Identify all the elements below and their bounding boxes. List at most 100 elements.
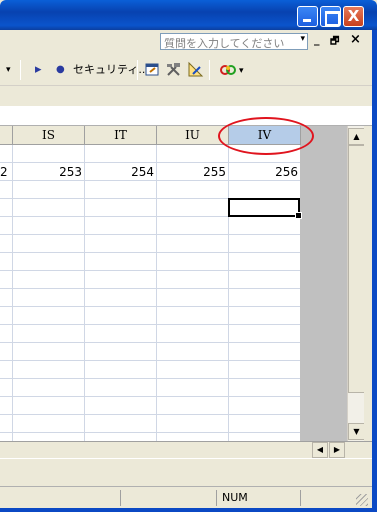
cell[interactable] (157, 253, 229, 271)
cell[interactable] (229, 415, 300, 433)
cell[interactable] (0, 343, 13, 361)
cell[interactable] (157, 145, 229, 163)
cell[interactable] (157, 343, 229, 361)
cell[interactable] (0, 379, 13, 397)
script-editor-icon[interactable] (219, 61, 237, 78)
cell[interactable] (13, 199, 85, 217)
cell[interactable] (229, 271, 300, 289)
cell[interactable] (157, 397, 229, 415)
cell[interactable] (85, 325, 157, 343)
design-mode-icon[interactable] (187, 61, 204, 78)
ask-question-box[interactable]: 質問を入力してください ▾ (160, 33, 308, 50)
cell[interactable] (0, 235, 13, 253)
cell[interactable]: 2 (0, 163, 13, 181)
cell[interactable] (85, 235, 157, 253)
cell[interactable] (229, 217, 300, 235)
column-header-it[interactable]: IT (85, 126, 157, 145)
resize-grip-icon[interactable] (356, 494, 368, 506)
cell[interactable]: 253 (13, 163, 85, 181)
cell[interactable] (0, 433, 13, 441)
cell[interactable] (0, 199, 13, 217)
cell[interactable] (157, 307, 229, 325)
active-cell-cursor[interactable] (228, 198, 302, 219)
doc-close-button[interactable]: × (350, 33, 361, 46)
cell[interactable] (229, 181, 300, 199)
cell[interactable] (0, 325, 13, 343)
cell[interactable] (229, 235, 300, 253)
cell[interactable] (13, 307, 85, 325)
maximize-button[interactable] (320, 6, 341, 27)
cell[interactable] (0, 307, 13, 325)
chevron-down-icon[interactable]: ▾ (239, 63, 244, 79)
cell[interactable] (157, 181, 229, 199)
column-header[interactable] (0, 126, 13, 145)
cell[interactable] (85, 379, 157, 397)
cell[interactable] (229, 361, 300, 379)
cell[interactable] (13, 181, 85, 199)
column-header-is[interactable]: IS (13, 126, 85, 145)
cell[interactable] (13, 289, 85, 307)
cell[interactable] (13, 217, 85, 235)
cell[interactable] (13, 433, 85, 441)
cell[interactable] (85, 253, 157, 271)
cell[interactable] (229, 253, 300, 271)
cell[interactable] (85, 217, 157, 235)
cell[interactable] (0, 145, 13, 163)
scroll-right-button[interactable]: ▶ (329, 442, 345, 458)
cell[interactable] (229, 433, 300, 441)
cell[interactable] (229, 379, 300, 397)
minimize-button[interactable] (297, 6, 318, 27)
cell[interactable] (0, 289, 13, 307)
cell[interactable] (13, 271, 85, 289)
cell[interactable] (85, 181, 157, 199)
cell[interactable] (229, 289, 300, 307)
cell[interactable] (157, 199, 229, 217)
cell[interactable] (229, 343, 300, 361)
vertical-scroll-thumb[interactable] (348, 145, 365, 393)
cell[interactable] (13, 253, 85, 271)
cell[interactable] (85, 433, 157, 441)
cell[interactable] (85, 415, 157, 433)
cell[interactable] (85, 343, 157, 361)
doc-minimize-button[interactable]: _ (314, 34, 320, 45)
cell[interactable]: 255 (157, 163, 229, 181)
cell[interactable]: 254 (85, 163, 157, 181)
cell[interactable] (85, 145, 157, 163)
cell[interactable] (157, 217, 229, 235)
run-macro-icon[interactable]: ▸ (35, 62, 42, 78)
cell[interactable] (157, 271, 229, 289)
visual-basic-editor-icon[interactable] (144, 61, 161, 78)
scroll-up-button[interactable]: ▲ (348, 128, 365, 145)
cell[interactable] (13, 145, 85, 163)
cell[interactable] (157, 325, 229, 343)
cell-area[interactable]: 2 253 254 255 256 (0, 145, 300, 441)
tools-icon[interactable] (165, 61, 182, 78)
cell[interactable] (229, 307, 300, 325)
cell[interactable] (157, 415, 229, 433)
cell[interactable]: 256 (229, 163, 300, 181)
cell[interactable] (0, 397, 13, 415)
doc-restore-button[interactable]: 🗗 (330, 36, 339, 47)
cell[interactable] (13, 343, 85, 361)
cell[interactable] (0, 271, 13, 289)
cell[interactable] (157, 235, 229, 253)
cell[interactable] (85, 199, 157, 217)
cell[interactable] (13, 415, 85, 433)
toolbar-options-dropdown[interactable]: ▾ (6, 62, 11, 78)
cell[interactable] (85, 307, 157, 325)
cell[interactable] (85, 397, 157, 415)
cell[interactable] (0, 415, 13, 433)
cell[interactable] (13, 235, 85, 253)
cell[interactable] (157, 379, 229, 397)
cell[interactable] (229, 325, 300, 343)
scroll-left-button[interactable]: ◀ (312, 442, 328, 458)
cell[interactable] (157, 433, 229, 441)
close-button[interactable]: X (343, 6, 364, 27)
cell[interactable] (13, 325, 85, 343)
cell[interactable] (13, 379, 85, 397)
cell[interactable] (0, 181, 13, 199)
cell[interactable] (0, 217, 13, 235)
cell[interactable] (85, 271, 157, 289)
cell[interactable] (85, 361, 157, 379)
cell[interactable] (0, 361, 13, 379)
